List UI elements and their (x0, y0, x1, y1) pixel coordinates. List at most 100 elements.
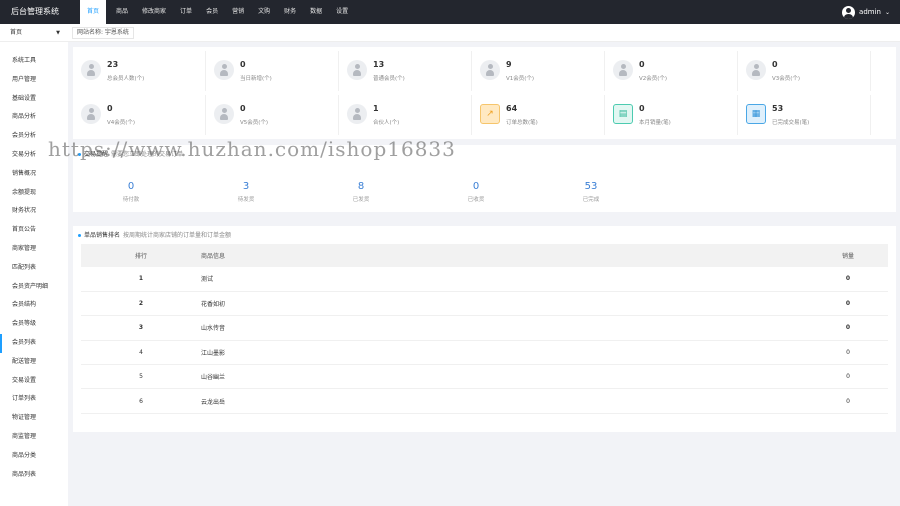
user-icon (613, 60, 633, 80)
sidebar-item[interactable]: 订单列表 (0, 390, 68, 409)
nav-purchase[interactable]: 文购 (251, 0, 277, 24)
calendar-icon: ▦ (746, 104, 766, 124)
watermark-text: https://www.huzhan.com/ishop16833 (48, 137, 456, 161)
stat-total-orders: ↗ 64 订单总数(笔) (472, 95, 605, 135)
stat-completed-trades: ▦ 53 已完成交易(笔) (738, 95, 871, 135)
rank-cell: 1 (81, 267, 201, 292)
product-ranking-panel: 单品销售排名 按周期统计商家店铺的订单量和订单金额 排行 商品信息 销量 1 测试… (73, 226, 896, 432)
stat-value: 1 (373, 104, 379, 113)
user-icon (214, 104, 234, 124)
sidebar-home-select[interactable]: 首页 ▼ (0, 24, 68, 42)
sidebar-item[interactable]: 商品列表 (0, 466, 68, 485)
stat-label: V4会员(个) (107, 120, 136, 126)
product-cell: 山谷幽兰 (201, 364, 808, 390)
table-row: 1 测试 0 (81, 267, 888, 292)
stat-total-members: 23 总会员人数(个) (73, 51, 206, 91)
sidebar-item[interactable]: 会员等级 (0, 315, 68, 334)
sidebar-item[interactable]: 配送管理 (0, 353, 68, 372)
nav-finance[interactable]: 财务 (277, 0, 303, 24)
section-title: 单品销售排名 按周期统计商家店铺的订单量和订单金额 (78, 230, 231, 239)
sidebar-item[interactable]: 匹配列表 (0, 259, 68, 278)
user-name: admin (859, 8, 881, 16)
order-stat-received[interactable]: 0 已收货 (446, 181, 506, 203)
rank-cell: 6 (81, 388, 201, 414)
table-row: 2 花香如初 0 (81, 291, 888, 317)
stat-v2-members: 0 V2会员(个) (605, 51, 738, 91)
order-stat-label: 已发货 (352, 197, 370, 203)
sidebar-item[interactable]: 销售概况 (0, 165, 68, 184)
stat-regular-members: 13 普通会员(个) (339, 51, 472, 91)
sidebar-item[interactable]: 用户管理 (0, 71, 68, 90)
nav-home[interactable]: 首页 (80, 0, 107, 24)
sidebar-item-active[interactable]: 会员列表 (0, 333, 68, 353)
column-header-product: 商品信息 (201, 244, 808, 267)
user-icon (81, 104, 101, 124)
clipboard-icon: ▤ (613, 104, 633, 124)
nav-goods[interactable]: 商品 (109, 0, 135, 24)
nav-settings[interactable]: 设置 (329, 0, 355, 24)
column-header-rank: 排行 (81, 244, 201, 267)
sidebar-item[interactable]: 交易设置 (0, 372, 68, 391)
stat-v1-members: 9 V1会员(个) (472, 51, 605, 91)
user-icon (480, 60, 500, 80)
order-stat-label: 待发货 (237, 197, 255, 203)
sidebar-item[interactable]: 商品分析 (0, 108, 68, 127)
stat-value: 64 (506, 104, 518, 113)
bullet-dot-icon (78, 234, 81, 237)
sales-cell: 0 (808, 364, 888, 390)
nav-marketing[interactable]: 营销 (225, 0, 251, 24)
sidebar-item[interactable]: 商品分类 (0, 447, 68, 466)
order-stat-unpaid[interactable]: 0 待付款 (101, 181, 161, 203)
stat-label: 已完成交易(笔) (772, 120, 810, 126)
stat-label: V2会员(个) (639, 76, 668, 82)
nav-members[interactable]: 会员 (199, 0, 225, 24)
top-navbar: 后台管理系统 首页 商品 修改商家 订单 会员 营销 文购 财务 数据 设置 a… (0, 0, 900, 24)
stat-value: 0 (240, 104, 246, 113)
stat-value: 0 (639, 60, 645, 69)
order-stat-value: 0 (472, 181, 480, 192)
stat-value: 0 (240, 60, 246, 69)
order-stat-to-ship[interactable]: 3 待发货 (216, 181, 276, 203)
rank-cell: 4 (81, 340, 201, 366)
nav-orders[interactable]: 订单 (173, 0, 199, 24)
stat-v3-members: 0 V3会员(个) (738, 51, 871, 91)
stat-label: 当日新增(个) (240, 76, 272, 82)
sidebar-item[interactable]: 首页公告 (0, 221, 68, 240)
stat-label: 合伙人(个) (373, 120, 400, 126)
user-menu[interactable]: admin ⌄ (842, 4, 890, 20)
breadcrumb-tab[interactable]: 网站名称: 宇恩系统 (72, 27, 134, 39)
stat-monthly-sales: ▤ 0 本月销量(笔) (605, 95, 738, 135)
table-row: 6 云龙出岳 0 (81, 388, 888, 414)
sidebar-item[interactable]: 基础设置 (0, 90, 68, 109)
chevron-down-icon: ⌄ (884, 8, 890, 16)
sidebar-item[interactable]: 会员资产明细 (0, 278, 68, 297)
nav-merchant[interactable]: 修改商家 (135, 0, 173, 24)
stat-v4-members: 0 V4会员(个) (73, 95, 206, 135)
order-stat-completed[interactable]: 53 已完成 (561, 181, 621, 203)
sidebar-item[interactable]: 会员结构 (0, 296, 68, 315)
sales-cell: 0 (808, 291, 888, 317)
product-cell: 云龙出岳 (201, 388, 808, 414)
order-stat-shipped[interactable]: 8 已发货 (331, 181, 391, 203)
order-stat-value: 3 (242, 181, 250, 192)
nav-data[interactable]: 数据 (303, 0, 329, 24)
rank-cell: 3 (81, 315, 201, 341)
order-stat-value: 0 (127, 181, 135, 192)
table-header-row: 排行 商品信息 销量 (81, 244, 888, 267)
product-cell: 测试 (201, 267, 808, 292)
sidebar-item[interactable]: 商监管理 (0, 428, 68, 447)
sidebar-item[interactable]: 系统工具 (0, 52, 68, 71)
sidebar-item[interactable]: 物证管理 (0, 409, 68, 428)
sidebar-item[interactable]: 商家管理 (0, 240, 68, 259)
product-cell: 江山墨影 (201, 340, 808, 366)
order-stat-label: 已完成 (582, 197, 600, 203)
order-stat-value: 8 (357, 181, 365, 192)
order-stat-label: 已收货 (467, 197, 485, 203)
sidebar-item[interactable]: 余额提现 (0, 184, 68, 203)
stat-label: V1会员(个) (506, 76, 535, 82)
stat-label: V5会员(个) (240, 120, 269, 126)
order-stat-label: 待付款 (122, 197, 140, 203)
stat-value: 53 (772, 104, 784, 113)
order-stat-value: 53 (584, 181, 598, 192)
sidebar-item[interactable]: 财务状况 (0, 202, 68, 221)
